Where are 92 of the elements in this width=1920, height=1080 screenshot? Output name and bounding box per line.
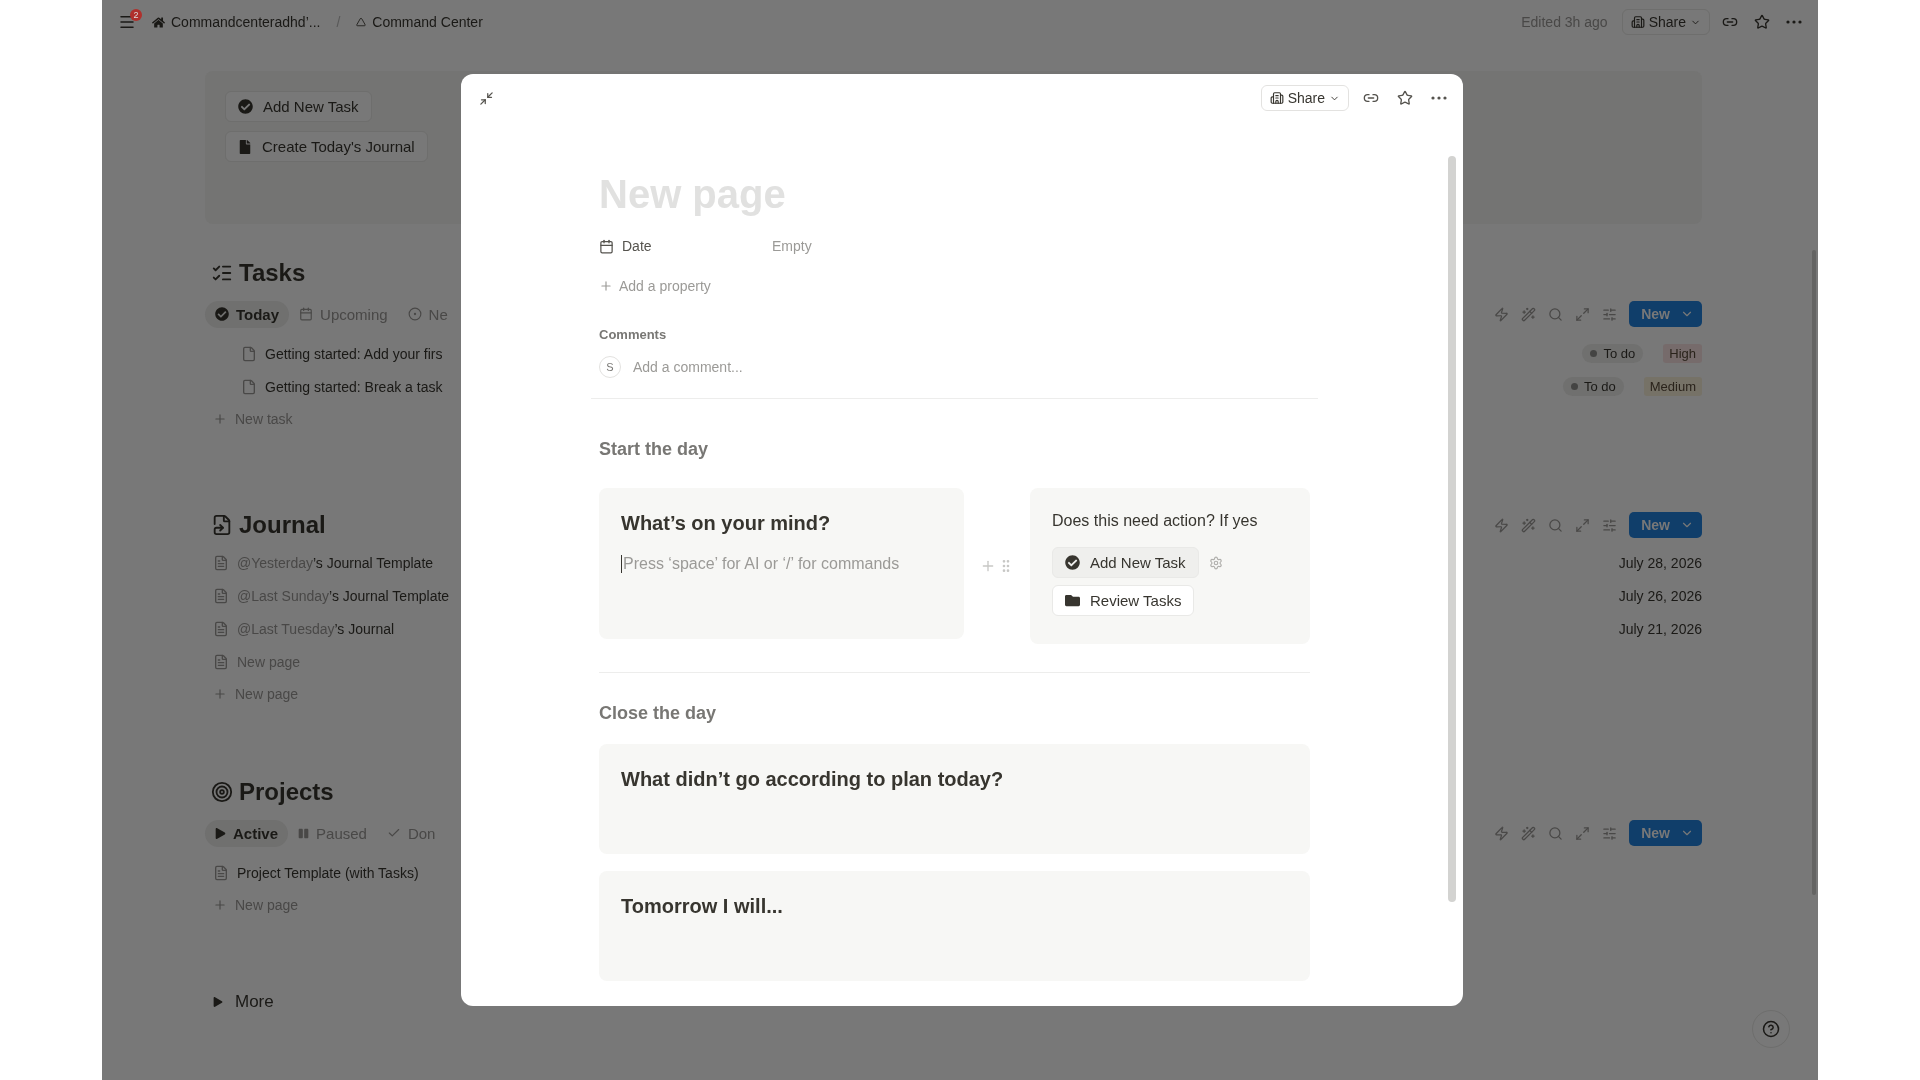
expand-icon[interactable] [1575, 517, 1591, 533]
more-icon [1786, 20, 1802, 24]
lightning-icon[interactable] [1494, 306, 1510, 322]
settings-icon[interactable] [1208, 555, 1223, 570]
search-icon[interactable] [1548, 517, 1564, 533]
breadcrumb-link[interactable]: Commandcenteradhd’... [148, 12, 325, 32]
building-icon [1269, 91, 1284, 105]
callout-text: Does this need action? If yes [1052, 512, 1258, 530]
breadcrumb-link[interactable]: Command Center [352, 12, 487, 32]
help-icon [1762, 1020, 1780, 1038]
play-icon [215, 827, 226, 839]
sparkle-icon[interactable] [1521, 306, 1537, 322]
page-icon [241, 345, 257, 362]
sliders-icon[interactable] [1602, 306, 1618, 322]
priority-tag: Medium [1643, 377, 1702, 396]
callout-title: Tomorrow I will... [621, 895, 784, 918]
notification-badge: 2 [130, 9, 142, 21]
search-icon[interactable] [1548, 306, 1564, 322]
action-button[interactable]: Review Tasks [1052, 585, 1195, 616]
building-icon [1630, 15, 1645, 29]
share-button[interactable]: Share [1621, 9, 1710, 35]
target-icon [407, 307, 422, 321]
page-icon [213, 864, 229, 881]
callout-title: What didn’t go according to plan today? [621, 768, 1005, 791]
plus-icon[interactable] [980, 558, 996, 574]
add-property-button[interactable]: Add a property [599, 269, 1310, 303]
more-toggle[interactable]: More [205, 992, 282, 1012]
checkmark-icon [386, 826, 401, 840]
new-button[interactable]: New [1629, 301, 1702, 327]
calendar-icon [599, 238, 614, 254]
home-icon [152, 15, 165, 29]
plus-icon [213, 897, 227, 912]
date-text: July 26, 2026 [1618, 587, 1702, 604]
new-button[interactable]: New [1629, 820, 1702, 846]
sparkle-icon[interactable] [1521, 517, 1537, 533]
date-text: July 21, 2026 [1618, 620, 1702, 637]
view-tab[interactable]: Active [205, 819, 289, 847]
section-title: Projects [239, 778, 334, 806]
plus-icon [599, 279, 613, 293]
page-icon [213, 620, 229, 637]
status-tag: To do [1562, 377, 1624, 396]
target-icon [211, 781, 233, 803]
menu-icon [118, 13, 136, 31]
section-heading: Close the day [599, 703, 718, 724]
section-title: Journal [239, 511, 326, 539]
section-heading: Start the day [599, 439, 710, 460]
calendar-icon [299, 307, 314, 321]
page-icon [213, 653, 229, 670]
document-arrow-icon [211, 514, 233, 536]
expand-icon[interactable] [1575, 306, 1591, 322]
view-tab[interactable]: Today [205, 300, 290, 328]
lightning-icon[interactable] [1494, 517, 1510, 533]
plus-icon [213, 686, 227, 701]
sparkle-icon[interactable] [1521, 825, 1537, 841]
row-title[interactable]: Getting started: Add your firs [265, 345, 443, 362]
plus-icon [213, 411, 227, 426]
pause-icon [298, 827, 310, 839]
comments-label: Comments [599, 327, 668, 342]
section-title: Tasks [239, 259, 306, 287]
action-button[interactable]: Create Today's Journal [225, 131, 428, 162]
star-icon [1397, 90, 1413, 106]
new-button[interactable]: New [1629, 512, 1702, 538]
action-button[interactable]: Add New Task [225, 91, 372, 122]
text-input[interactable]: Press ‘space’ for AI or ‘/’ for commands [621, 555, 942, 573]
collapse-icon [479, 90, 494, 106]
page-icon [213, 554, 229, 571]
property-value[interactable]: Empty [772, 238, 812, 254]
action-button[interactable]: Add New Task [1052, 547, 1199, 578]
row-title[interactable]: Project Template (with Tasks) [237, 864, 419, 881]
breadcrumb-separator: / [336, 14, 341, 30]
triangle-icon [213, 997, 223, 1007]
lightning-icon[interactable] [1494, 825, 1510, 841]
help-button[interactable] [1752, 1010, 1790, 1048]
star-icon [1754, 14, 1770, 30]
page-icon [213, 587, 229, 604]
page-icon [241, 378, 257, 395]
date-text: July 28, 2026 [1618, 554, 1702, 571]
property-name[interactable]: Date [599, 238, 772, 254]
row-title[interactable]: Getting started: Break a task [265, 378, 443, 395]
priority-tag: High [1663, 344, 1702, 363]
document-icon [238, 139, 252, 154]
sliders-icon[interactable] [1602, 825, 1618, 841]
search-icon[interactable] [1548, 825, 1564, 841]
scrollbar[interactable] [1448, 156, 1456, 902]
share-button[interactable]: Share [1260, 85, 1349, 111]
expand-icon[interactable] [1575, 825, 1591, 841]
more-icon [1431, 96, 1447, 100]
folder-icon [1065, 593, 1080, 608]
menu-button[interactable]: 2 [114, 9, 140, 35]
status-tag: To do [1582, 344, 1644, 363]
sliders-icon[interactable] [1602, 517, 1618, 533]
callout-title: What’s on your mind? [621, 512, 832, 535]
